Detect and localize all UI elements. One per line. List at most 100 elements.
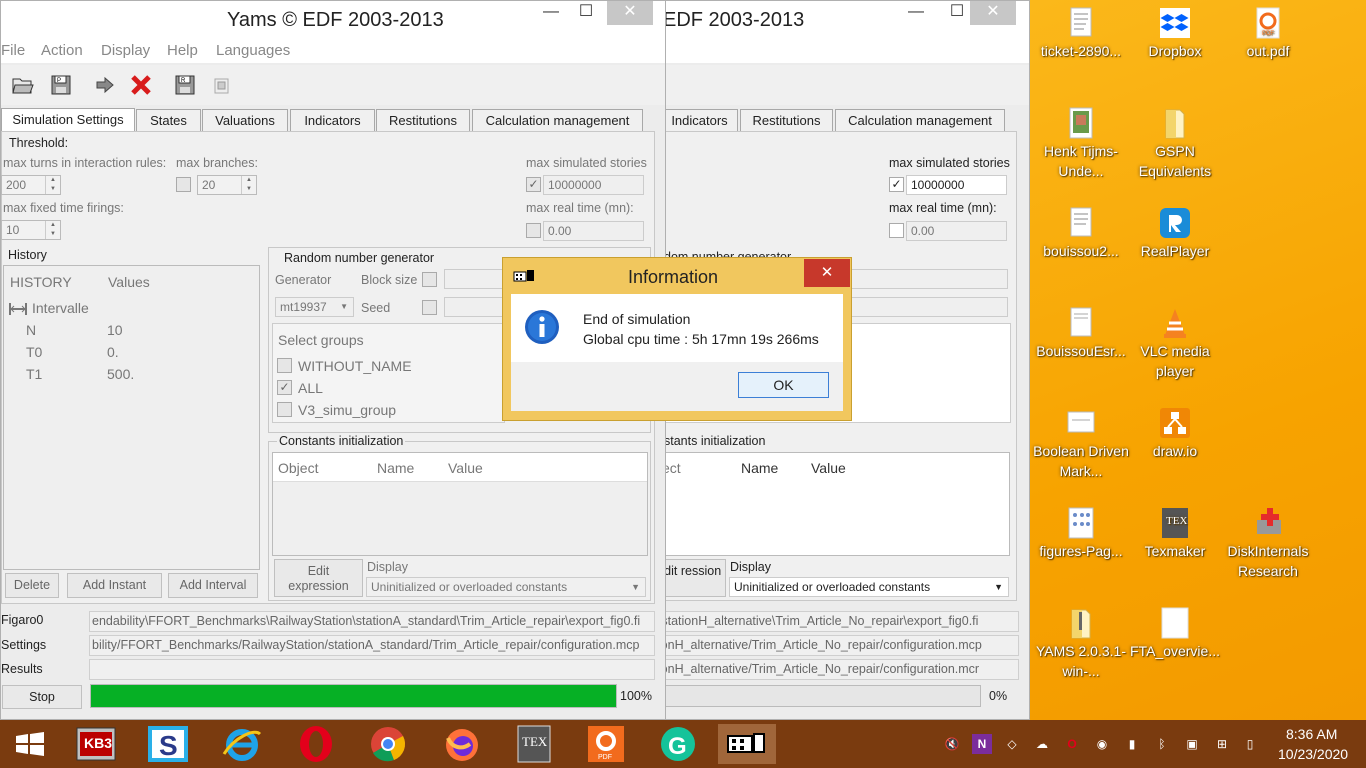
save-icon[interactable]: P: [49, 73, 73, 97]
minimize-button[interactable]: —: [536, 1, 566, 25]
constants-table[interactable]: ect Name Value: [661, 452, 1010, 556]
col-name[interactable]: Name: [741, 460, 778, 476]
export-icon[interactable]: [211, 75, 233, 97]
dropbox-tray-icon[interactable]: ◇: [1002, 734, 1022, 754]
tab-calculation-management[interactable]: Calculation management: [472, 109, 643, 131]
tab-indicators[interactable]: Indicators: [290, 109, 375, 131]
ok-button[interactable]: OK: [738, 372, 829, 398]
maximize-button[interactable]: ☐: [571, 1, 601, 25]
max-branches-spinbox[interactable]: 20: [197, 175, 257, 195]
add-instant-button[interactable]: Add Instant: [67, 573, 162, 598]
max-fixed-spinbox[interactable]: 10: [1, 220, 61, 240]
s-app-icon[interactable]: S: [142, 724, 194, 764]
max-stories-checkbox[interactable]: ✓: [526, 177, 541, 192]
menu-languages[interactable]: Languages: [216, 42, 290, 59]
desktop-icon-dropbox[interactable]: Dropbox: [1127, 6, 1223, 61]
texmaker-icon[interactable]: TEX: [508, 724, 560, 764]
desktop-icon-realplayer[interactable]: RealPlayer: [1127, 206, 1223, 261]
tab-states[interactable]: States: [136, 109, 201, 131]
bluetooth-icon[interactable]: ᛒ: [1152, 734, 1172, 754]
desktop-icon-fta[interactable]: FTA_overvie...: [1127, 606, 1223, 661]
desktop-icon-boolean[interactable]: Boolean Driven Mark...: [1033, 406, 1129, 481]
desktop-icon-vlc[interactable]: VLC media player: [1127, 306, 1223, 381]
desktop-icon-bouissouesr[interactable]: BouissouEsr...: [1033, 306, 1129, 361]
stop-x-icon[interactable]: [129, 73, 153, 97]
battery-warning-icon[interactable]: ▮: [1122, 734, 1142, 754]
desktop-icon-figures[interactable]: figures-Pag...: [1033, 506, 1129, 561]
groups-list[interactable]: Select groups WITHOUT_NAME ✓ ALL V3_simu…: [272, 323, 505, 423]
start-icon[interactable]: [4, 724, 56, 764]
desktop-icon-bouissou2[interactable]: bouissou2...: [1033, 206, 1129, 261]
tab-simulation-settings[interactable]: Simulation Settings: [1, 108, 135, 132]
opera-tray-icon[interactable]: O: [1062, 734, 1082, 754]
clock-time[interactable]: 8:36 AM: [1286, 726, 1337, 742]
col-values[interactable]: Values: [108, 274, 150, 290]
power-icon[interactable]: ▯: [1240, 734, 1260, 754]
desktop-icon-out-pdf[interactable]: PDF out.pdf: [1220, 6, 1316, 61]
history-tree[interactable]: HISTORY Values Intervalle N 10 T0 0. T1 …: [3, 265, 260, 570]
internet-explorer-icon[interactable]: [216, 724, 268, 764]
group-checkbox-all[interactable]: ✓: [277, 380, 292, 395]
opera-icon[interactable]: [290, 724, 342, 764]
yams-icon[interactable]: [718, 724, 776, 764]
max-turns-spinbox[interactable]: 200: [1, 175, 61, 195]
col-object[interactable]: Object: [278, 460, 318, 476]
pdf-icon[interactable]: PDF: [580, 724, 632, 764]
seed-checkbox[interactable]: [422, 300, 437, 315]
grammarly-icon[interactable]: G: [652, 724, 704, 764]
volume-muted-icon[interactable]: 🔇: [942, 734, 962, 754]
group-checkbox-v3[interactable]: [277, 402, 292, 417]
open-folder-icon[interactable]: [11, 73, 35, 97]
onenote-icon[interactable]: N: [972, 734, 992, 754]
menu-help[interactable]: Help: [167, 42, 198, 59]
tab-restitutions[interactable]: Restitutions: [376, 109, 470, 131]
desktop-icon-ticket[interactable]: ticket-2890...: [1033, 6, 1129, 61]
kb3-icon[interactable]: KB3: [70, 724, 122, 764]
group-checkbox-without-name[interactable]: [277, 358, 292, 373]
tab-calculation-management[interactable]: Calculation management: [835, 109, 1005, 131]
run-arrow-icon[interactable]: [93, 73, 117, 97]
close-button[interactable]: ✕: [970, 1, 1016, 25]
max-branches-checkbox[interactable]: [176, 177, 191, 192]
menu-action[interactable]: Action: [41, 42, 83, 59]
desktop-icon-yams-zip[interactable]: YAMS 2.0.3.1-win-...: [1033, 606, 1129, 681]
firefox-icon[interactable]: [436, 724, 488, 764]
desktop-icon-gspn[interactable]: GSPN Equivalents: [1127, 106, 1223, 181]
col-history[interactable]: HISTORY: [10, 274, 72, 290]
menu-file[interactable]: File: [1, 42, 25, 59]
max-real-time-checkbox[interactable]: [889, 223, 904, 238]
col-value[interactable]: Value: [811, 460, 846, 476]
menu-display[interactable]: Display: [101, 42, 150, 59]
desktop-icon-texmaker[interactable]: TEX Texmaker: [1127, 506, 1223, 561]
display-icon[interactable]: ▣: [1182, 734, 1202, 754]
display-select[interactable]: Uninitialized or overloaded constants ▼: [729, 577, 1009, 597]
max-real-time-checkbox[interactable]: [526, 223, 541, 238]
col-value[interactable]: Value: [448, 460, 483, 476]
max-stories-checkbox[interactable]: ✓: [889, 177, 904, 192]
history-group[interactable]: Intervalle: [32, 300, 89, 316]
updates-icon[interactable]: ◉: [1092, 734, 1112, 754]
desktop-icon-drawio[interactable]: draw.io: [1127, 406, 1223, 461]
minimize-button[interactable]: —: [901, 1, 931, 25]
max-stories-input[interactable]: 10000000: [906, 175, 1007, 195]
desktop-icon-henk[interactable]: Henk Tijms-Unde...: [1033, 106, 1129, 181]
generator-select[interactable]: mt19937 ▼: [275, 297, 354, 317]
clock-date[interactable]: 10/23/2020: [1278, 746, 1348, 762]
col-name[interactable]: Name: [377, 460, 414, 476]
close-button[interactable]: ✕: [607, 1, 653, 25]
stop-button[interactable]: Stop: [2, 685, 82, 709]
chat-icon[interactable]: ☁: [1032, 734, 1052, 754]
add-interval-button[interactable]: Add Interval: [168, 573, 258, 598]
tab-indicators[interactable]: Indicators: [661, 109, 738, 131]
tab-restitutions[interactable]: Restitutions: [740, 109, 833, 131]
constants-table[interactable]: Object Name Value: [272, 452, 648, 556]
chrome-icon[interactable]: [362, 724, 414, 764]
block-size-checkbox[interactable]: [422, 272, 437, 287]
edit-expression-button[interactable]: Edit expression: [274, 559, 363, 597]
max-stories-input[interactable]: 10000000: [543, 175, 644, 195]
dialog-close-button[interactable]: ✕: [804, 259, 850, 287]
save-results-icon[interactable]: R: [173, 73, 197, 97]
delete-button[interactable]: Delete: [5, 573, 59, 598]
tab-valuations[interactable]: Valuations: [202, 109, 288, 131]
desktop-icon-diskinternals[interactable]: DiskInternals Research: [1220, 506, 1316, 581]
